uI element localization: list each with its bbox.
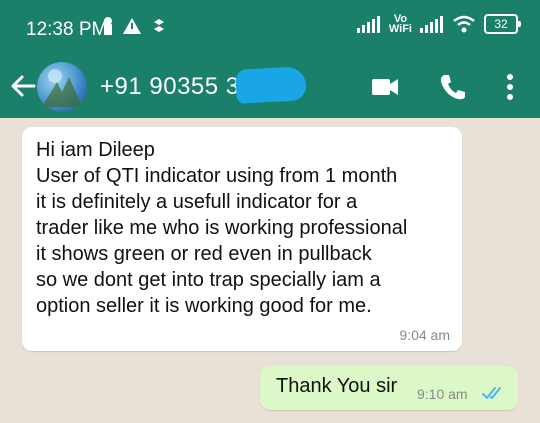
- video-call-icon[interactable]: [370, 73, 400, 101]
- back-arrow-icon[interactable]: [8, 71, 38, 101]
- avatar-image: [42, 69, 82, 107]
- avatar[interactable]: [37, 62, 87, 112]
- contact-name[interactable]: +91 90355 3: [100, 73, 240, 101]
- status-bar: 12:38 PM Vo WiFi 32: [0, 0, 540, 55]
- incoming-message-bubble[interactable]: Hi iam Dileep User of QTI indicator usin…: [22, 127, 462, 351]
- keyhole-icon: [104, 17, 112, 35]
- warning-icon: [123, 18, 141, 34]
- status-left-icons: [102, 16, 168, 36]
- incoming-message-text: Hi iam Dileep User of QTI indicator usin…: [36, 139, 408, 317]
- outgoing-message-time: 9:10 am: [417, 386, 468, 402]
- more-vertical-icon[interactable]: [500, 71, 520, 103]
- status-right: Vo WiFi 32: [356, 13, 521, 35]
- wifi-icon: [453, 15, 475, 33]
- status-time: 12:38 PM: [26, 19, 108, 40]
- signal-icon: [356, 16, 380, 33]
- battery-icon: 32: [484, 14, 521, 34]
- phone-icon[interactable]: [438, 72, 466, 102]
- vowifi-label: Vo WiFi: [388, 13, 412, 35]
- dropbox-icon: [154, 19, 164, 32]
- read-ticks-icon: [482, 387, 501, 399]
- outgoing-message-text: Thank You sir: [276, 375, 398, 397]
- incoming-message-time: 9:04 am: [399, 327, 450, 343]
- redaction-mark: [235, 66, 307, 104]
- signal-2-icon: [420, 16, 443, 33]
- outgoing-message-bubble[interactable]: Thank You sir 9:10 am: [260, 366, 518, 410]
- chat-header: +91 90355 3: [0, 55, 540, 118]
